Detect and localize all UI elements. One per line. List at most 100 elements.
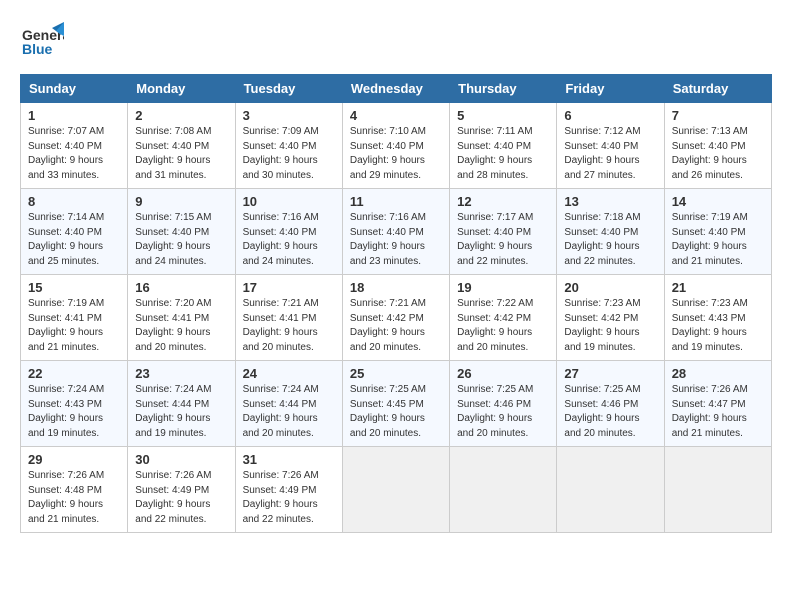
day-header-sunday: Sunday [21, 75, 128, 103]
day-number: 28 [672, 366, 764, 381]
day-number: 10 [243, 194, 335, 209]
calendar-cell: 24 Sunrise: 7:24 AM Sunset: 4:44 PM Dayli… [235, 361, 342, 447]
calendar-cell: 7 Sunrise: 7:13 AM Sunset: 4:40 PM Daylig… [664, 103, 771, 189]
day-number: 21 [672, 280, 764, 295]
day-number: 26 [457, 366, 549, 381]
day-number: 8 [28, 194, 120, 209]
day-info: Sunrise: 7:24 AM Sunset: 4:44 PM Dayligh… [243, 383, 335, 441]
calendar-cell: 22 Sunrise: 7:24 AM Sunset: 4:43 PM Dayli… [21, 361, 128, 447]
page-header: General Blue [20, 20, 772, 64]
day-info: Sunrise: 7:22 AM Sunset: 4:42 PM Dayligh… [457, 297, 549, 355]
week-row-2: 8 Sunrise: 7:14 AM Sunset: 4:40 PM Daylig… [21, 189, 772, 275]
day-number: 20 [564, 280, 656, 295]
calendar-cell: 25 Sunrise: 7:25 AM Sunset: 4:45 PM Dayli… [342, 361, 449, 447]
day-info: Sunrise: 7:14 AM Sunset: 4:40 PM Dayligh… [28, 211, 120, 269]
day-info: Sunrise: 7:12 AM Sunset: 4:40 PM Dayligh… [564, 125, 656, 183]
day-info: Sunrise: 7:21 AM Sunset: 4:42 PM Dayligh… [350, 297, 442, 355]
calendar-cell: 30 Sunrise: 7:26 AM Sunset: 4:49 PM Dayli… [128, 447, 235, 533]
day-info: Sunrise: 7:08 AM Sunset: 4:40 PM Dayligh… [135, 125, 227, 183]
day-number: 25 [350, 366, 442, 381]
day-header-saturday: Saturday [664, 75, 771, 103]
calendar-cell: 17Sunrise: 7:21 AM Sunset: 4:41 PM Dayli… [235, 275, 342, 361]
day-number: 15 [28, 280, 120, 295]
calendar-cell: 1 Sunrise: 7:07 AM Sunset: 4:40 PM Daylig… [21, 103, 128, 189]
day-info: Sunrise: 7:15 AM Sunset: 4:40 PM Dayligh… [135, 211, 227, 269]
day-info: Sunrise: 7:13 AM Sunset: 4:40 PM Dayligh… [672, 125, 764, 183]
calendar-cell: 13Sunrise: 7:18 AM Sunset: 4:40 PM Dayli… [557, 189, 664, 275]
week-row-5: 29 Sunrise: 7:26 AM Sunset: 4:48 PM Dayli… [21, 447, 772, 533]
day-info: Sunrise: 7:10 AM Sunset: 4:40 PM Dayligh… [350, 125, 442, 183]
day-info: Sunrise: 7:09 AM Sunset: 4:40 PM Dayligh… [243, 125, 335, 183]
day-number: 29 [28, 452, 120, 467]
day-info: Sunrise: 7:24 AM Sunset: 4:43 PM Dayligh… [28, 383, 120, 441]
calendar-cell: 18Sunrise: 7:21 AM Sunset: 4:42 PM Dayli… [342, 275, 449, 361]
calendar-cell: 26Sunrise: 7:25 AM Sunset: 4:46 PM Dayli… [450, 361, 557, 447]
calendar-table: SundayMondayTuesdayWednesdayThursdayFrid… [20, 74, 772, 533]
calendar-cell: 8 Sunrise: 7:14 AM Sunset: 4:40 PM Daylig… [21, 189, 128, 275]
day-info: Sunrise: 7:19 AM Sunset: 4:41 PM Dayligh… [28, 297, 120, 355]
day-number: 19 [457, 280, 549, 295]
day-info: Sunrise: 7:26 AM Sunset: 4:49 PM Dayligh… [135, 469, 227, 527]
day-number: 4 [350, 108, 442, 123]
day-info: Sunrise: 7:26 AM Sunset: 4:48 PM Dayligh… [28, 469, 120, 527]
day-info: Sunrise: 7:20 AM Sunset: 4:41 PM Dayligh… [135, 297, 227, 355]
calendar-cell [557, 447, 664, 533]
calendar-header-row: SundayMondayTuesdayWednesdayThursdayFrid… [21, 75, 772, 103]
svg-text:Blue: Blue [22, 41, 53, 57]
calendar-cell: 31 Sunrise: 7:26 AM Sunset: 4:49 PM Dayli… [235, 447, 342, 533]
calendar-cell: 11 Sunrise: 7:16 AM Sunset: 4:40 PM Dayli… [342, 189, 449, 275]
day-info: Sunrise: 7:26 AM Sunset: 4:47 PM Dayligh… [672, 383, 764, 441]
calendar-cell [342, 447, 449, 533]
day-info: Sunrise: 7:23 AM Sunset: 4:43 PM Dayligh… [672, 297, 764, 355]
calendar-cell: 9 Sunrise: 7:15 AM Sunset: 4:40 PM Daylig… [128, 189, 235, 275]
calendar-cell: 15 Sunrise: 7:19 AM Sunset: 4:41 PM Dayli… [21, 275, 128, 361]
day-info: Sunrise: 7:19 AM Sunset: 4:40 PM Dayligh… [672, 211, 764, 269]
day-header-wednesday: Wednesday [342, 75, 449, 103]
calendar-cell [450, 447, 557, 533]
day-number: 7 [672, 108, 764, 123]
day-info: Sunrise: 7:16 AM Sunset: 4:40 PM Dayligh… [243, 211, 335, 269]
day-number: 1 [28, 108, 120, 123]
calendar-cell: 16 Sunrise: 7:20 AM Sunset: 4:41 PM Dayli… [128, 275, 235, 361]
calendar-cell [664, 447, 771, 533]
calendar-cell: 14 Sunrise: 7:19 AM Sunset: 4:40 PM Dayli… [664, 189, 771, 275]
calendar-cell: 19 Sunrise: 7:22 AM Sunset: 4:42 PM Dayli… [450, 275, 557, 361]
day-info: Sunrise: 7:07 AM Sunset: 4:40 PM Dayligh… [28, 125, 120, 183]
day-number: 16 [135, 280, 227, 295]
day-number: 14 [672, 194, 764, 209]
day-number: 22 [28, 366, 120, 381]
calendar-cell: 20Sunrise: 7:23 AM Sunset: 4:42 PM Dayli… [557, 275, 664, 361]
day-info: Sunrise: 7:16 AM Sunset: 4:40 PM Dayligh… [350, 211, 442, 269]
day-number: 9 [135, 194, 227, 209]
day-info: Sunrise: 7:11 AM Sunset: 4:40 PM Dayligh… [457, 125, 549, 183]
day-header-friday: Friday [557, 75, 664, 103]
calendar-cell: 2 Sunrise: 7:08 AM Sunset: 4:40 PM Daylig… [128, 103, 235, 189]
calendar-cell: 4 Sunrise: 7:10 AM Sunset: 4:40 PM Daylig… [342, 103, 449, 189]
week-row-1: 1 Sunrise: 7:07 AM Sunset: 4:40 PM Daylig… [21, 103, 772, 189]
day-info: Sunrise: 7:25 AM Sunset: 4:45 PM Dayligh… [350, 383, 442, 441]
day-header-tuesday: Tuesday [235, 75, 342, 103]
day-number: 31 [243, 452, 335, 467]
calendar-cell: 5Sunrise: 7:11 AM Sunset: 4:40 PM Daylig… [450, 103, 557, 189]
day-number: 24 [243, 366, 335, 381]
day-number: 11 [350, 194, 442, 209]
day-header-thursday: Thursday [450, 75, 557, 103]
day-info: Sunrise: 7:26 AM Sunset: 4:49 PM Dayligh… [243, 469, 335, 527]
day-number: 27 [564, 366, 656, 381]
calendar-cell: 21 Sunrise: 7:23 AM Sunset: 4:43 PM Dayli… [664, 275, 771, 361]
calendar-cell: 6 Sunrise: 7:12 AM Sunset: 4:40 PM Daylig… [557, 103, 664, 189]
day-number: 23 [135, 366, 227, 381]
day-number: 3 [243, 108, 335, 123]
day-number: 17 [243, 280, 335, 295]
logo: General Blue [20, 20, 64, 64]
day-number: 12 [457, 194, 549, 209]
calendar-cell: 12Sunrise: 7:17 AM Sunset: 4:40 PM Dayli… [450, 189, 557, 275]
day-info: Sunrise: 7:18 AM Sunset: 4:40 PM Dayligh… [564, 211, 656, 269]
day-number: 30 [135, 452, 227, 467]
day-info: Sunrise: 7:25 AM Sunset: 4:46 PM Dayligh… [564, 383, 656, 441]
day-number: 2 [135, 108, 227, 123]
calendar-cell: 3 Sunrise: 7:09 AM Sunset: 4:40 PM Daylig… [235, 103, 342, 189]
calendar-cell: 27 Sunrise: 7:25 AM Sunset: 4:46 PM Dayli… [557, 361, 664, 447]
day-number: 6 [564, 108, 656, 123]
calendar-cell: 23Sunrise: 7:24 AM Sunset: 4:44 PM Dayli… [128, 361, 235, 447]
